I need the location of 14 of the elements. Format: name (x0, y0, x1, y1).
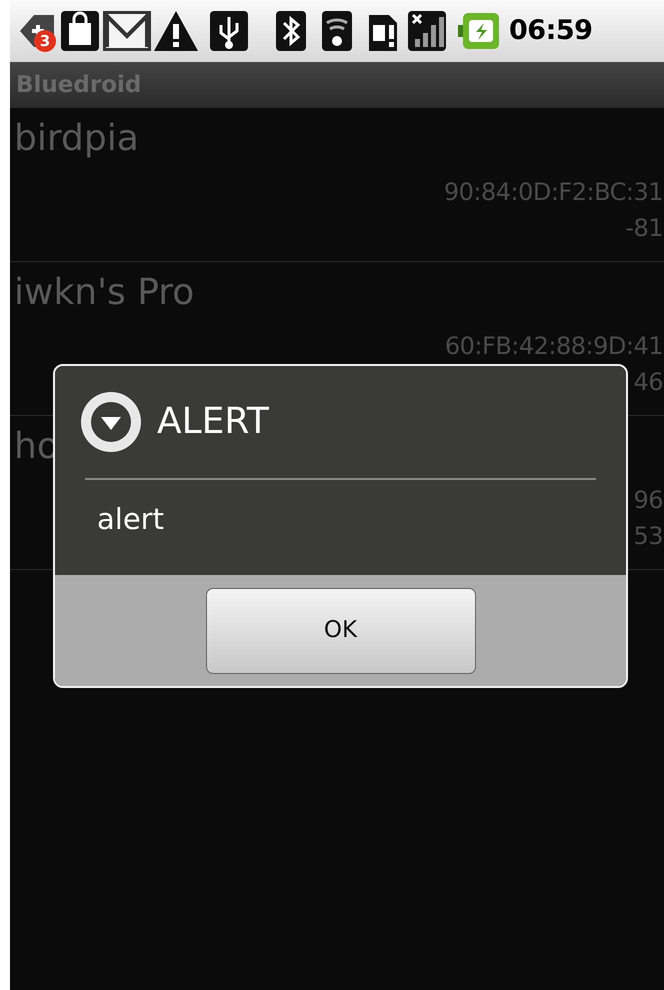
signal-strength: 46 (633, 367, 664, 398)
device-address: 90:84:0D:F2:BC:31 (444, 177, 664, 208)
alert-icon (79, 390, 143, 454)
clock: 06:59 (509, 14, 592, 48)
device-name: birdpia (14, 117, 139, 161)
device-row[interactable]: birdpia 90:84:0D:F2:BC:31 -81 (10, 108, 664, 262)
device-address: 60:FB:42:88:9D:41 (444, 331, 664, 362)
notification-badge: 3 (34, 30, 56, 52)
device-address: 96 (633, 485, 664, 516)
ok-button[interactable]: OK (206, 588, 476, 674)
signal-strength: -81 (625, 213, 664, 244)
device-name: iwkn's Pro (14, 271, 194, 315)
dialog-message: alert (96, 501, 164, 538)
signal-strength: 53 (633, 521, 664, 552)
